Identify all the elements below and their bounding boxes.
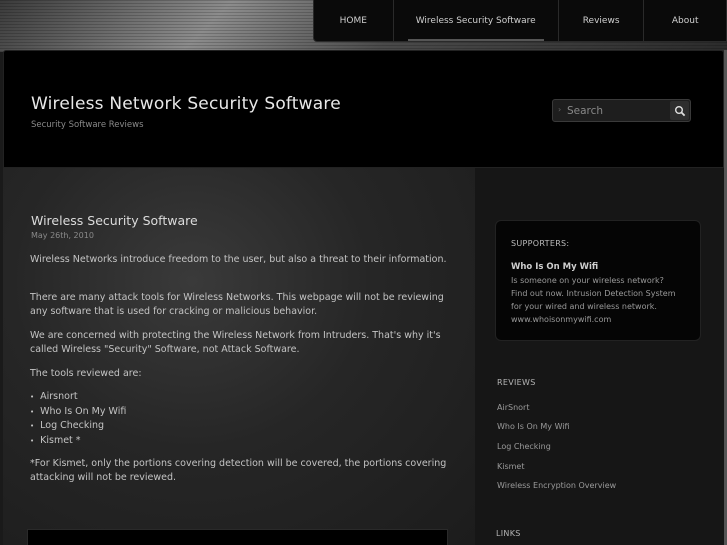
nav-wireless-security-software[interactable]: Wireless Security Software xyxy=(394,0,559,41)
supporter-text: Is someone on your wireless network? xyxy=(511,276,664,285)
tools-list: Airsnort Who Is On My Wifi Log Checking … xyxy=(30,390,126,448)
search-box: › xyxy=(552,99,691,122)
site-title[interactable]: Wireless Network Security Software xyxy=(31,94,341,114)
post-paragraph: Wireless Networks introduce freedom to t… xyxy=(30,254,447,265)
main-nav: HOME Wireless Security Software Reviews … xyxy=(313,0,727,42)
nav-reviews[interactable]: Reviews xyxy=(559,0,645,41)
site-tagline: Security Software Reviews xyxy=(31,120,144,130)
post-title[interactable]: Wireless Security Software xyxy=(31,213,198,228)
reviews-heading: REVIEWS xyxy=(497,378,536,387)
sidebar-link-wireless-encryption-overview[interactable]: Wireless Encryption Overview xyxy=(497,481,616,490)
search-icon xyxy=(674,105,685,116)
supporter-title[interactable]: Who Is On My Wifi xyxy=(511,262,598,272)
search-button[interactable] xyxy=(670,101,689,120)
sidebar-link-who-is-on-my-wifi[interactable]: Who Is On My Wifi xyxy=(497,422,570,431)
search-input[interactable] xyxy=(567,100,667,121)
post-paragraph: There are many attack tools for Wireless… xyxy=(30,292,444,317)
post-paragraph: We are concerned with protecting the Wir… xyxy=(30,330,441,355)
supporter-text: Find out now. Intrusion Detection System xyxy=(511,289,676,298)
links-heading: LINKS xyxy=(496,529,521,538)
supporter-url[interactable]: www.whoisonmywifi.com xyxy=(511,315,611,324)
supporters-box: SUPPORTERS: Who Is On My Wifi Is someone… xyxy=(495,220,701,341)
list-item: Log Checking xyxy=(30,419,126,434)
nav-home[interactable]: HOME xyxy=(314,0,394,41)
list-item: Airsnort xyxy=(30,390,126,405)
sidebar-link-kismet[interactable]: Kismet xyxy=(497,462,525,471)
sidebar-link-airsnort[interactable]: AirSnort xyxy=(497,403,529,412)
chevron-right-icon: › xyxy=(558,105,562,114)
main-content: Wireless Security Software May 26th, 201… xyxy=(3,168,475,545)
supporters-heading: SUPPORTERS: xyxy=(511,239,570,248)
sidebar-link-log-checking[interactable]: Log Checking xyxy=(497,442,551,451)
list-item: Kismet * xyxy=(30,434,126,449)
sidebar: SUPPORTERS: Who Is On My Wifi Is someone… xyxy=(475,168,724,545)
nav-about[interactable]: About xyxy=(644,0,726,41)
site-header: Wireless Network Security Software Secur… xyxy=(3,50,724,168)
post-paragraph: The tools reviewed are: xyxy=(30,368,142,379)
list-item: Who Is On My Wifi xyxy=(30,405,126,420)
post-footnote: *For Kismet, only the portions covering … xyxy=(30,458,447,483)
supporter-text: for your wired and wireless network. xyxy=(511,302,657,311)
next-post-box xyxy=(27,529,448,545)
post-date: May 26th, 2010 xyxy=(31,231,94,240)
